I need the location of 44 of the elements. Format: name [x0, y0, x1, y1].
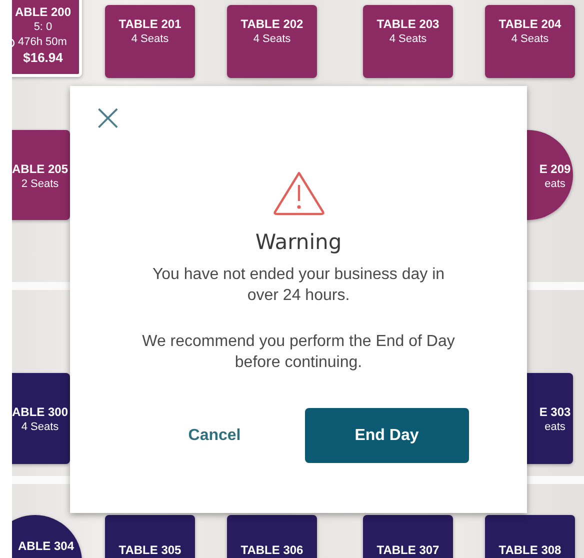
table-card[interactable]: ABLE 300 4 Seats: [12, 373, 70, 464]
table-name: TABLE 305: [118, 543, 182, 558]
table-name: ABLE 205: [12, 162, 68, 177]
seat-count: 4 Seats: [131, 32, 169, 47]
table-card[interactable]: ABLE 304: [12, 515, 82, 558]
warning-icon: [272, 170, 326, 216]
table-card[interactable]: ABLE 200 5: 0 476h 50m $16.94: [12, 0, 82, 77]
end-day-button[interactable]: End Day: [304, 408, 469, 463]
table-name: TABLE 308: [498, 543, 562, 558]
elapsed-time: 476h 50m: [18, 35, 67, 50]
seat-count: 4 Seats: [511, 32, 549, 47]
table-total: $16.94: [23, 50, 63, 66]
table-card[interactable]: TABLE 202 4 Seats: [227, 5, 317, 78]
table-name: TABLE 203: [376, 17, 440, 32]
table-name: TABLE 204: [498, 17, 562, 32]
table-name: E 303: [539, 405, 571, 420]
seat-count: eats: [544, 177, 566, 192]
dialog-message: We recommend you perform the End of Day before continuing.: [141, 332, 456, 373]
table-name: TABLE 306: [240, 543, 304, 558]
table-card[interactable]: TABLE 308: [485, 515, 575, 558]
table-card[interactable]: TABLE 307: [363, 515, 453, 558]
dialog-message: You have not ended your business day in over 24 hours.: [151, 265, 446, 306]
table-card[interactable]: TABLE 305: [105, 515, 195, 558]
table-name: ABLE 300: [12, 405, 68, 420]
close-button[interactable]: ×: [92, 100, 124, 134]
table-card[interactable]: ABLE 205 2 Seats: [12, 130, 70, 220]
table-card[interactable]: TABLE 201 4 Seats: [105, 5, 195, 78]
dialog-title: Warning: [255, 230, 342, 254]
table-name: TABLE 202: [240, 17, 304, 32]
table-name: E 209: [539, 162, 571, 177]
seat-count: 4 Seats: [21, 420, 59, 435]
table-card[interactable]: TABLE 203 4 Seats: [363, 5, 453, 78]
seat-count: 5: 0: [34, 20, 52, 35]
table-name: ABLE 200: [14, 5, 72, 20]
seat-count: 4 Seats: [253, 32, 291, 47]
table-name: TABLE 307: [376, 543, 440, 558]
table-card[interactable]: TABLE 306: [227, 515, 317, 558]
seat-count: 2 Seats: [21, 177, 59, 192]
cancel-button[interactable]: Cancel: [168, 416, 261, 454]
table-name: TABLE 201: [118, 17, 182, 32]
table-card[interactable]: TABLE 204 4 Seats: [485, 5, 575, 78]
table-name: ABLE 304: [18, 539, 74, 554]
seat-count: 4 Seats: [389, 32, 427, 47]
seat-count: eats: [544, 420, 566, 435]
